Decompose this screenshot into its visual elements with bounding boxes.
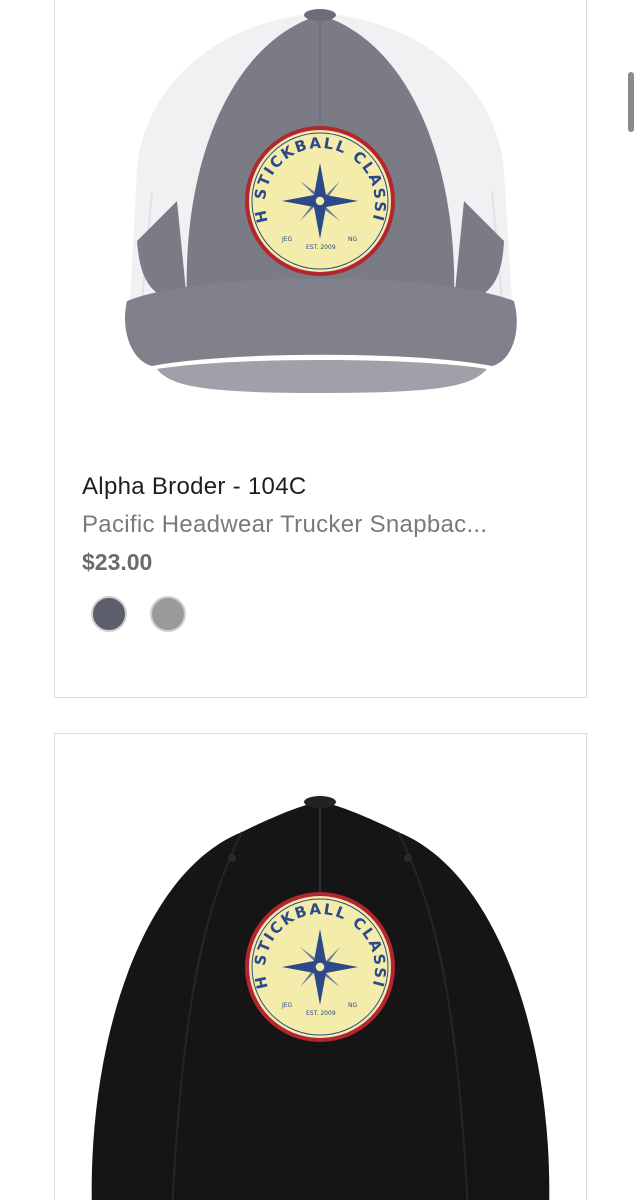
swatch-grey[interactable] — [150, 596, 186, 632]
svg-text:JEG: JEG — [281, 1002, 293, 1009]
swatch-graphite[interactable] — [91, 596, 127, 632]
svg-text:JEG: JEG — [281, 236, 293, 243]
svg-text:NG: NG — [348, 236, 357, 243]
product-card[interactable]: FH STICKBALL CLASSIC JEG EST. 2009 NG — [54, 733, 587, 1200]
product-card[interactable]: FH STICKBALL CLASSIC JEG EST. 2009 NG Al… — [54, 0, 587, 698]
product-title[interactable]: Pacific Headwear Trucker Snapbac... — [82, 511, 562, 539]
black-cap-image[interactable]: FH STICKBALL CLASSIC JEG EST. 2009 NG — [82, 792, 559, 1200]
svg-text:EST. 2009: EST. 2009 — [306, 244, 336, 251]
product-price: $23.00 — [82, 549, 153, 575]
product-brand[interactable]: Alpha Broder - 104C — [82, 473, 307, 501]
scrollbar[interactable] — [628, 72, 634, 132]
svg-text:EST. 2009: EST. 2009 — [306, 1010, 336, 1017]
color-swatches — [91, 596, 186, 632]
product-list-page: FH STICKBALL CLASSIC JEG EST. 2009 NG Al… — [0, 0, 641, 1200]
svg-text:NG: NG — [348, 1002, 357, 1009]
trucker-cap-image[interactable]: FH STICKBALL CLASSIC JEG EST. 2009 NG — [82, 1, 559, 409]
